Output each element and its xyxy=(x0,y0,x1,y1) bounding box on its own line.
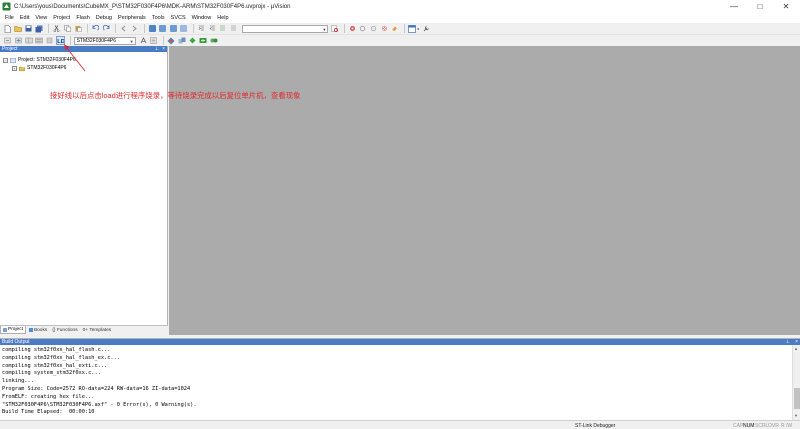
annotation-text: 接好线以后点击load进行程序烧录，等待烧录完成以后复位单片机，查看现象 xyxy=(50,91,301,100)
annotation-arrow xyxy=(64,44,86,72)
